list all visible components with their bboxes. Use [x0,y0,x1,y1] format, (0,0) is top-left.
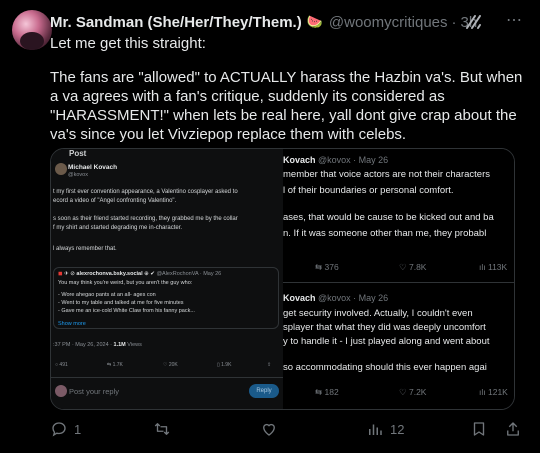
quoted-line: - Gave me an ice-cold White Claw from hi… [58,308,195,314]
reply2-line: splayer that what they did was deeply un… [283,322,486,333]
share-icon: ⇪ [267,362,272,368]
reply1-line: l of their boundaries or personal comfor… [283,185,454,196]
reply1-retweets: 376 [324,262,339,272]
reply2-retweets: 182 [324,387,339,397]
kovach-avatar [55,163,67,175]
reply-count: 1 [74,421,82,437]
divider [283,282,514,283]
author-avatar[interactable] [12,10,52,50]
reply-icon [52,422,66,437]
repost-icon: ⇆ 1.7K [107,362,123,368]
quoted-line: - Went to my table and talked at me for … [58,300,184,306]
kovach-text-line: t my first ever convention appearance, a… [53,189,238,195]
reply2-views: 121K [487,387,508,397]
like-icon: ♡ 20K [163,362,178,368]
separator-dot: · [451,13,457,31]
reply2-like-icon: ♡ 7.2K [399,387,427,397]
kovach-text-line: ecord a video of "Angel confronting Vale… [53,198,177,204]
reply1-likes: 7.8K [408,262,427,272]
repost-count: 1.7K [112,362,123,368]
share-icon [507,422,519,436]
reply2-line: get security involved. Actually, I could… [283,308,473,319]
reply-placeholder: Post your reply [69,387,120,396]
kovach-text-line: s soon as their friend started recording… [53,216,238,222]
bookmark-icon: ▯ 1.9K [217,362,232,368]
reply-icon: ○ 491 [55,362,68,368]
screenshot-right: Kovach @kovox · May 26 member that voice… [283,149,514,409]
author-name[interactable]: Mr. Sandman (She/Her/They/Them.) [50,14,302,31]
reply2-line: so accommodating should this ever happen… [283,362,487,373]
more-options-icon[interactable]: ⋯ [504,12,524,32]
watermelon-emoji: 🍉 [306,14,323,29]
reply1-retweet-icon: ⇆ 376 [315,262,339,272]
like-button[interactable] [260,418,284,440]
kovach-handle: @kovox [68,172,88,178]
tweet-header: Mr. Sandman (She/Her/They/Them.) 🍉 @woom… [50,12,528,32]
kovach-text-line: f my shirt and started degrading me in-c… [53,225,183,231]
quoted-name: alexrochonva.bsky.social [76,271,143,277]
show-more-link: Show more [58,321,86,327]
reply-avatar [55,385,67,397]
reply2-retweet-icon: ⇆ 182 [315,387,339,397]
views-button[interactable]: 12 [366,418,404,440]
quoted-line: You may think you're weird, but you aren… [58,280,193,286]
reply-button: Reply [249,384,279,398]
divider [51,377,283,378]
quoted-post: ◼ ✈ ⊘ alexrochonva.bsky.social ⊕ ✔ @Alex… [53,267,279,329]
reply1-views-icon: ılı 113K [479,262,508,272]
reply2-views-icon: ılı 121K [479,387,508,397]
screenshot-left: Post Michael Kovach @kovox t my first ev… [51,149,283,409]
bookmark-button[interactable] [470,418,488,440]
reply2-line: y to handle it - I just played along and… [283,336,490,347]
quoted-line: - Wore ahegao pants at an all- ages con [58,292,156,298]
tweet-line-2: The fans are "allowed" to ACTUALLY haras… [50,69,523,143]
share-button[interactable] [504,418,522,440]
reply2-likes: 7.2K [408,387,427,397]
post-meta-time: :37 PM · May 26, 2024 · [53,342,114,348]
bookmark-icon [473,422,485,436]
like-count: 20K [168,362,178,368]
heart-icon [263,423,275,436]
kovach-name: Michael Kovach [68,164,118,171]
views-count: 12 [390,421,405,437]
repost-button[interactable] [153,418,177,440]
repost-icon [154,423,170,435]
quoted-author: ◼ ✈ ⊘ alexrochonva.bsky.social ⊕ ✔ @Alex… [58,271,222,277]
post-meta-views-label: Views [125,342,142,348]
reply1-line: ases, that would be cause to be kicked o… [283,212,494,223]
tweet-line-1: Let me get this straight: [50,35,206,52]
reply1-line: member that voice actors are not their c… [283,169,490,180]
author-handle[interactable]: @woomycritiques [329,14,448,31]
views-icon [369,424,382,435]
reply1-like-icon: ♡ 7.8K [399,262,427,272]
kovach-text-line: l always remember that. [53,246,117,252]
reply-button[interactable]: 1 [50,418,81,440]
reply1-line: n. If it was someone other than me, they… [283,228,487,239]
post-label: Post [69,149,87,158]
reply-count: 491 [59,362,68,368]
post-meta: :37 PM · May 26, 2024 · 1.1M Views [53,342,142,348]
reply2-author: Kovach @kovox · May 26 [283,293,389,303]
post-meta-views: 1.1M [113,342,126,348]
bookmark-count: 1.9K [221,362,232,368]
attached-image[interactable]: Post Michael Kovach @kovox t my first ev… [50,148,515,410]
screenshot-actions: ○ 491 ⇆ 1.7K ♡ 20K ▯ 1.9K ⇪ [55,362,279,372]
reply1-views: 113K [487,262,508,272]
quoted-handle: @AlexRochonVA · May 26 [156,271,222,277]
grok-icon[interactable] [464,12,484,32]
reply1-author: Kovach @kovox · May 26 [283,155,389,165]
tweet-action-bar: 1 12 [50,418,530,440]
